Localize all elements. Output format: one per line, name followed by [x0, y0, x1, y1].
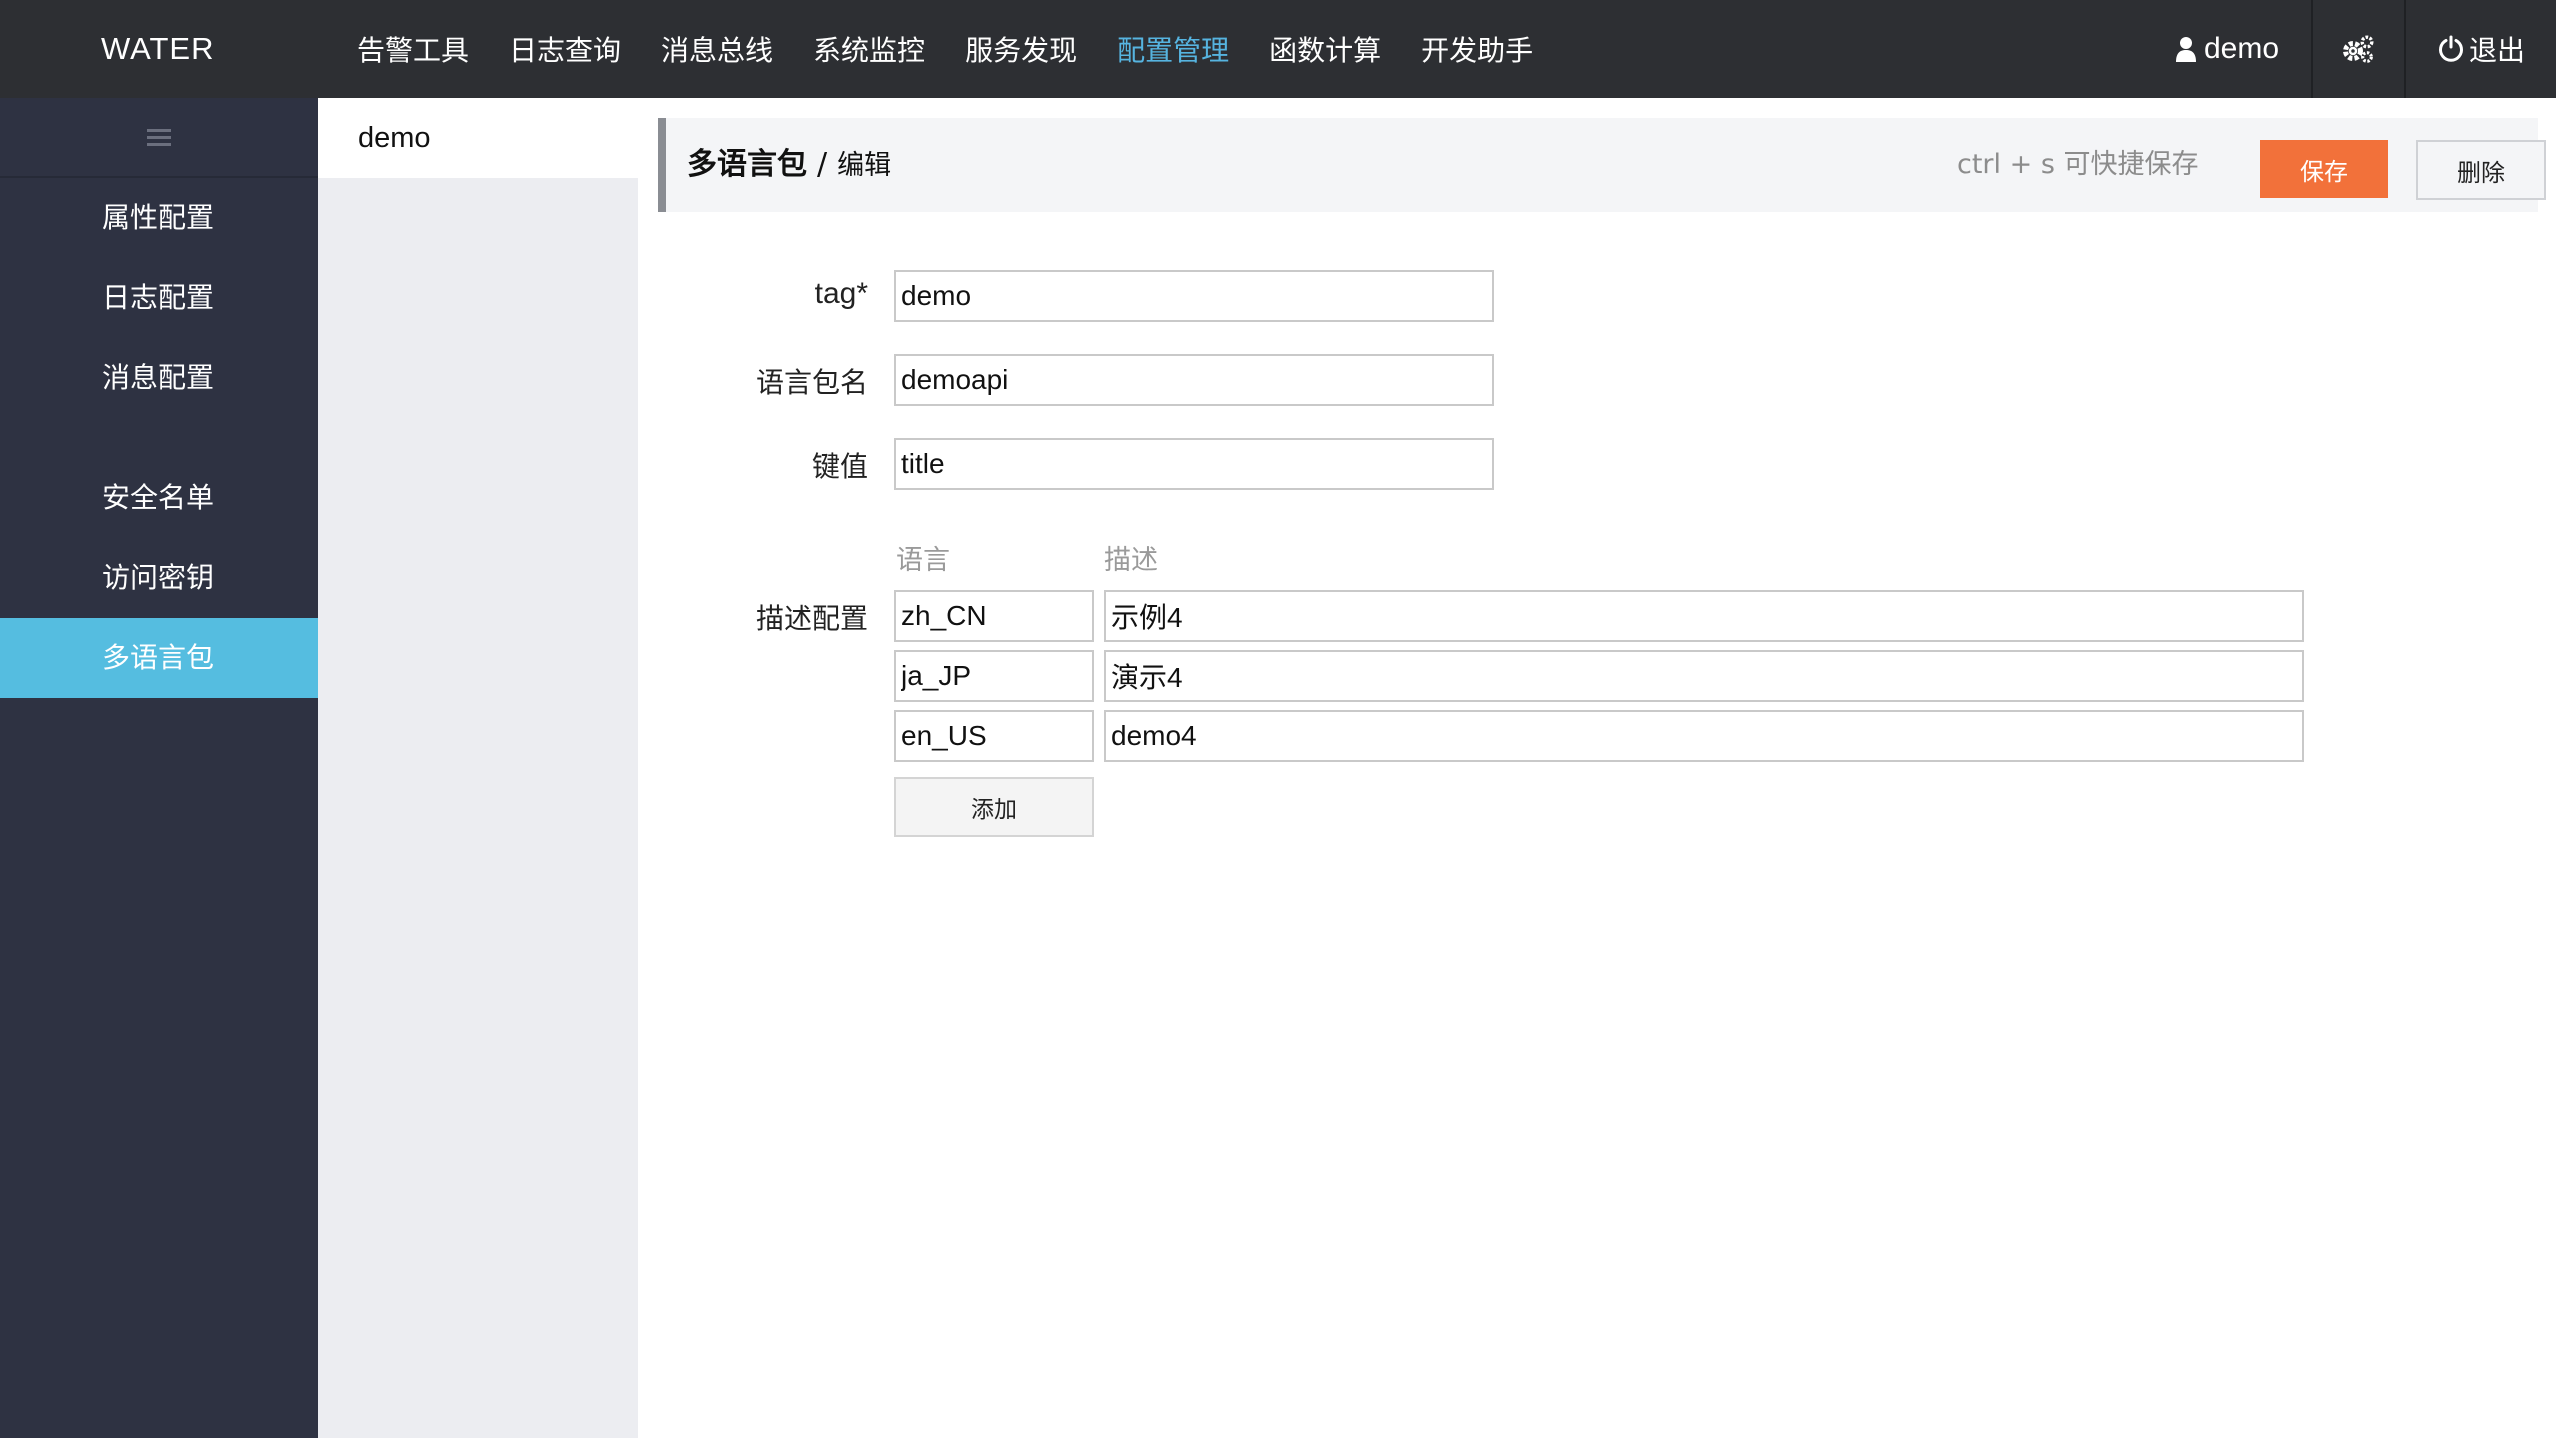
- bundle-name-input[interactable]: [894, 354, 1494, 406]
- lang-code-input[interactable]: [894, 590, 1094, 642]
- lang-code-input[interactable]: [894, 650, 1094, 702]
- save-button[interactable]: 保存: [2260, 140, 2388, 198]
- sidebar-item-log-config[interactable]: 日志配置: [0, 258, 318, 338]
- sidebar: 属性配置 日志配置 消息配置 安全名单 访问密钥 多语言包: [0, 98, 318, 1438]
- bundle-name-label: 语言包名: [755, 366, 868, 399]
- main-nav: 告警工具 日志查询 消息总线 系统监控 服务发现 配置管理 函数计算 开发助手: [357, 0, 1573, 98]
- tag-input[interactable]: [894, 270, 1494, 322]
- sidebar-item-message-config[interactable]: 消息配置: [0, 338, 318, 418]
- sidebar-toggle-button[interactable]: [0, 98, 318, 178]
- nav-item-service-discovery[interactable]: 服务发现: [965, 29, 1077, 69]
- page-title: 多语言包: [687, 147, 807, 182]
- sidebar-item-i18n-bundles[interactable]: 多语言包: [0, 618, 318, 698]
- lang-code-input[interactable]: [894, 710, 1094, 762]
- description-input[interactable]: [1104, 650, 2304, 702]
- description-column-header: 描述: [1104, 545, 1158, 576]
- logout-label: 退出: [2468, 34, 2525, 67]
- add-row-button[interactable]: 添加: [894, 777, 1094, 837]
- power-icon: [2439, 35, 2463, 62]
- nav-item-log-query[interactable]: 日志查询: [509, 29, 621, 69]
- breadcrumb-separator: /: [817, 147, 828, 182]
- breadcrumb: 多语言包 / 编辑: [687, 118, 891, 212]
- desc-config-label: 描述配置: [755, 602, 868, 635]
- settings-button[interactable]: [2312, 0, 2404, 98]
- logout-button[interactable]: 退出: [2406, 0, 2556, 98]
- sidebar-item-property-config[interactable]: 属性配置: [0, 178, 318, 258]
- nav-item-system-monitor[interactable]: 系统监控: [813, 29, 925, 69]
- hamburger-icon: [147, 129, 171, 146]
- tag-list: demo: [318, 98, 638, 1438]
- nav-item-config-management[interactable]: 配置管理: [1117, 29, 1229, 69]
- editor-panel: 多语言包 / 编辑 ctrl + s 可快捷保存 保存 删除 tag* 语言包名 键…: [638, 98, 2556, 1438]
- description-input[interactable]: [1104, 590, 2304, 642]
- user-name: demo: [2204, 32, 2280, 65]
- key-label: 键值: [811, 450, 868, 483]
- language-column-header: 语言: [896, 545, 950, 576]
- description-input[interactable]: [1104, 710, 2304, 762]
- delete-button[interactable]: 删除: [2416, 140, 2546, 200]
- page-subtitle: 编辑: [837, 150, 892, 181]
- sidebar-item-access-keys[interactable]: 访问密钥: [0, 538, 318, 618]
- gears-icon: [2343, 35, 2374, 63]
- nav-item-dev-assistant[interactable]: 开发助手: [1421, 29, 1533, 69]
- key-input[interactable]: [894, 438, 1494, 490]
- shortcut-hint: ctrl + s 可快捷保存: [1957, 149, 2199, 180]
- tag-label: tag*: [814, 277, 868, 310]
- editor-title-bar: 多语言包 / 编辑 ctrl + s 可快捷保存 保存 删除: [658, 118, 2546, 212]
- brand-logo[interactable]: WATER: [101, 0, 215, 98]
- nav-item-message-bus[interactable]: 消息总线: [661, 29, 773, 69]
- list-item[interactable]: demo: [318, 98, 638, 178]
- nav-item-function-compute[interactable]: 函数计算: [1269, 29, 1381, 69]
- nav-item-alert-tools[interactable]: 告警工具: [357, 29, 469, 69]
- top-navbar: WATER 告警工具 日志查询 消息总线 系统监控 服务发现 配置管理 函数计算…: [0, 0, 2556, 98]
- user-menu[interactable]: demo: [2176, 0, 2279, 98]
- sidebar-item-security-list[interactable]: 安全名单: [0, 458, 318, 538]
- user-icon: [2176, 37, 2196, 62]
